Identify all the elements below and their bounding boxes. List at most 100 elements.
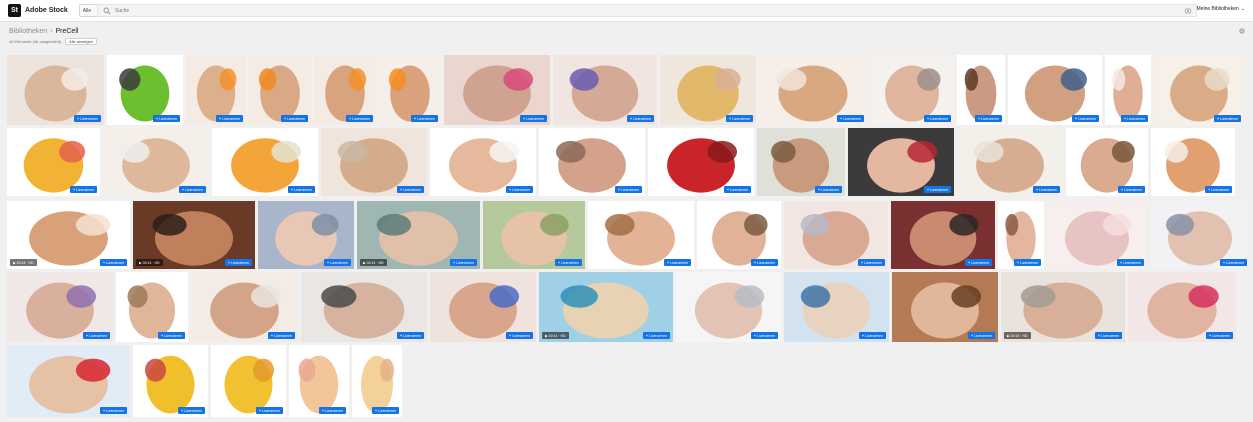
license-button[interactable]: + Lizenzieren: [450, 259, 477, 266]
license-button[interactable]: + Lizenzieren: [520, 115, 547, 122]
asset-tile-cellulite-layers[interactable]: + Lizenzieren: [352, 345, 402, 417]
asset-tile-legs-lying[interactable]: + Lizenzieren: [1154, 55, 1244, 125]
asset-tile-orange-measure[interactable]: + Lizenzieren: [212, 128, 318, 196]
asset-tile-face-roller-green[interactable]: + Lizenzieren: [483, 201, 585, 269]
asset-tile-massage-hands[interactable]: + Lizenzieren: [784, 201, 888, 269]
license-button[interactable]: + Lizenzieren: [751, 259, 778, 266]
license-button[interactable]: + Lizenzieren: [281, 115, 308, 122]
asset-tile-legs-shaving[interactable]: + Lizenzieren: [759, 55, 867, 125]
asset-tile-woman-red-top[interactable]: + Lizenzieren: [7, 345, 130, 417]
search-box[interactable]: [97, 4, 1197, 17]
license-button[interactable]: + Lizenzieren: [268, 332, 295, 339]
asset-tile-red-apples[interactable]: + Lizenzieren: [648, 128, 754, 196]
license-button[interactable]: + Lizenzieren: [627, 115, 654, 122]
license-button[interactable]: + Lizenzieren: [1205, 186, 1232, 193]
license-button[interactable]: + Lizenzieren: [1206, 332, 1233, 339]
license-button[interactable]: + Lizenzieren: [397, 186, 424, 193]
asset-tile-legs-sheet[interactable]: + Lizenzieren: [103, 128, 209, 196]
asset-tile-gold-mask[interactable]: + Lizenzieren: [660, 55, 756, 125]
license-button[interactable]: + Lizenzieren: [1095, 332, 1122, 339]
license-button[interactable]: + Lizenzieren: [83, 332, 110, 339]
asset-tile-stone-spa[interactable]: + Lizenzieren: [891, 201, 995, 269]
license-button[interactable]: + Lizenzieren: [815, 186, 842, 193]
asset-tile-face-laser[interactable]: + Lizenzieren: [539, 128, 645, 196]
asset-tile-face-mask-blue[interactable]: + Lizenzieren: [784, 272, 889, 342]
license-button[interactable]: + Lizenzieren: [506, 186, 533, 193]
license-button[interactable]: + Lizenzieren: [1014, 259, 1041, 266]
license-button[interactable]: + Lizenzieren: [225, 259, 252, 266]
license-button[interactable]: + Lizenzieren: [724, 186, 751, 193]
asset-tile-facial-treatment[interactable]: + Lizenzieren ▶ 00:14 · HD: [357, 201, 480, 269]
license-button[interactable]: + Lizenzieren: [372, 407, 399, 414]
license-button[interactable]: + Lizenzieren: [924, 186, 951, 193]
asset-tile-laser-white[interactable]: + Lizenzieren: [676, 272, 781, 342]
license-button[interactable]: + Lizenzieren: [178, 407, 205, 414]
asset-tile-leg-raised[interactable]: + Lizenzieren: [1105, 55, 1151, 125]
license-button[interactable]: + Lizenzieren: [319, 407, 346, 414]
license-button[interactable]: + Lizenzieren: [346, 115, 373, 122]
license-button[interactable]: + Lizenzieren: [837, 115, 864, 122]
asset-tile-red-lips[interactable]: + Lizenzieren: [848, 128, 954, 196]
license-button[interactable]: + Lizenzieren: [1118, 186, 1145, 193]
asset-tile-laser-face[interactable]: + Lizenzieren: [1150, 201, 1250, 269]
asset-tile-smiling-woman[interactable]: + Lizenzieren: [588, 201, 694, 269]
license-button[interactable]: + Lizenzieren: [324, 259, 351, 266]
license-button[interactable]: + Lizenzieren: [1220, 259, 1247, 266]
asset-tile-hips-orange[interactable]: + Lizenzieren: [314, 55, 376, 125]
asset-tile-waist-orange[interactable]: + Lizenzieren: [249, 55, 311, 125]
asset-tile-face-blue[interactable]: + Lizenzieren: [258, 201, 354, 269]
asset-tile-device-purple[interactable]: + Lizenzieren: [7, 272, 113, 342]
license-button[interactable]: + Lizenzieren: [70, 186, 97, 193]
license-button[interactable]: + Lizenzieren: [965, 259, 992, 266]
asset-tile-normal-skin[interactable]: + Lizenzieren: [133, 345, 208, 417]
license-button[interactable]: + Lizenzieren: [1033, 186, 1060, 193]
asset-tile-aging-face[interactable]: + Lizenzieren: [757, 128, 845, 196]
asset-tile-face-device[interactable]: + Lizenzieren: [553, 55, 657, 125]
gear-icon[interactable]: [1238, 27, 1246, 35]
adobe-stock-logo[interactable]: St Adobe Stock: [8, 4, 68, 17]
visual-search-icon[interactable]: [1184, 7, 1192, 15]
asset-tile-man-mask[interactable]: + Lizenzieren: [191, 272, 298, 342]
asset-tile-legs-video[interactable]: + Lizenzieren ▶ 00:14 · HD: [7, 201, 130, 269]
license-button[interactable]: + Lizenzieren: [397, 332, 424, 339]
search-input[interactable]: [115, 5, 1015, 16]
license-button[interactable]: + Lizenzieren: [643, 332, 670, 339]
asset-tile-cellulite-skin[interactable]: + Lizenzieren: [211, 345, 286, 417]
license-button[interactable]: + Lizenzieren: [153, 115, 180, 122]
asset-tile-apple-measure[interactable]: + Lizenzieren: [107, 55, 183, 125]
license-button[interactable]: + Lizenzieren: [216, 115, 243, 122]
asset-tile-portrait-woman[interactable]: + Lizenzieren: [116, 272, 188, 342]
asset-tile-face-touch[interactable]: + Lizenzieren: [998, 201, 1044, 269]
license-button[interactable]: + Lizenzieren: [859, 332, 886, 339]
asset-tile-cellulite-diagram[interactable]: + Lizenzieren: [7, 128, 100, 196]
license-button[interactable]: + Lizenzieren: [924, 115, 951, 122]
asset-tile-spa-massage[interactable]: + Lizenzieren: [957, 128, 1063, 196]
license-button[interactable]: + Lizenzieren: [968, 332, 995, 339]
license-button[interactable]: + Lizenzieren: [975, 115, 1002, 122]
asset-tile-text-overlay[interactable]: + Lizenzieren: [1047, 201, 1147, 269]
asset-tile-massage-oil[interactable]: + Lizenzieren: [892, 272, 998, 342]
license-button[interactable]: + Lizenzieren: [100, 259, 127, 266]
asset-tile-face-needle[interactable]: + Lizenzieren: [870, 55, 954, 125]
license-button[interactable]: + Lizenzieren: [751, 332, 778, 339]
license-button[interactable]: + Lizenzieren: [1214, 115, 1241, 122]
license-button[interactable]: + Lizenzieren: [506, 332, 533, 339]
asset-tile-hot-stones[interactable]: + Lizenzieren ▶ 00:14 · HD: [133, 201, 255, 269]
view-filter-select[interactable]: Alle anzeigen: [65, 38, 98, 45]
asset-tile-red-gloves-face[interactable]: + Lizenzieren: [1128, 272, 1236, 342]
license-button[interactable]: + Lizenzieren: [256, 407, 283, 414]
license-button[interactable]: + Lizenzieren: [179, 186, 206, 193]
asset-tile-natural-beauty[interactable]: + Lizenzieren: [1066, 128, 1148, 196]
asset-tile-spa-roller[interactable]: + Lizenzieren ▶ 00:14 · HD: [1001, 272, 1125, 342]
asset-tile-face-spa-gloves[interactable]: + Lizenzieren: [444, 55, 550, 125]
license-button[interactable]: + Lizenzieren: [1121, 115, 1148, 122]
asset-tile-ultrasound-spa[interactable]: + Lizenzieren: [301, 272, 427, 342]
license-button[interactable]: + Lizenzieren: [726, 115, 753, 122]
asset-tile-face-gloves-blue[interactable]: + Lizenzieren: [430, 272, 536, 342]
license-button[interactable]: + Lizenzieren: [158, 332, 185, 339]
asset-tile-body-roller[interactable]: + Lizenzieren: [321, 128, 427, 196]
asset-tile-normal-skin-layers[interactable]: + Lizenzieren: [289, 345, 349, 417]
license-button[interactable]: + Lizenzieren: [1117, 259, 1144, 266]
license-button[interactable]: + Lizenzieren: [411, 115, 438, 122]
asset-tile-women-row[interactable]: + Lizenzieren: [430, 128, 536, 196]
